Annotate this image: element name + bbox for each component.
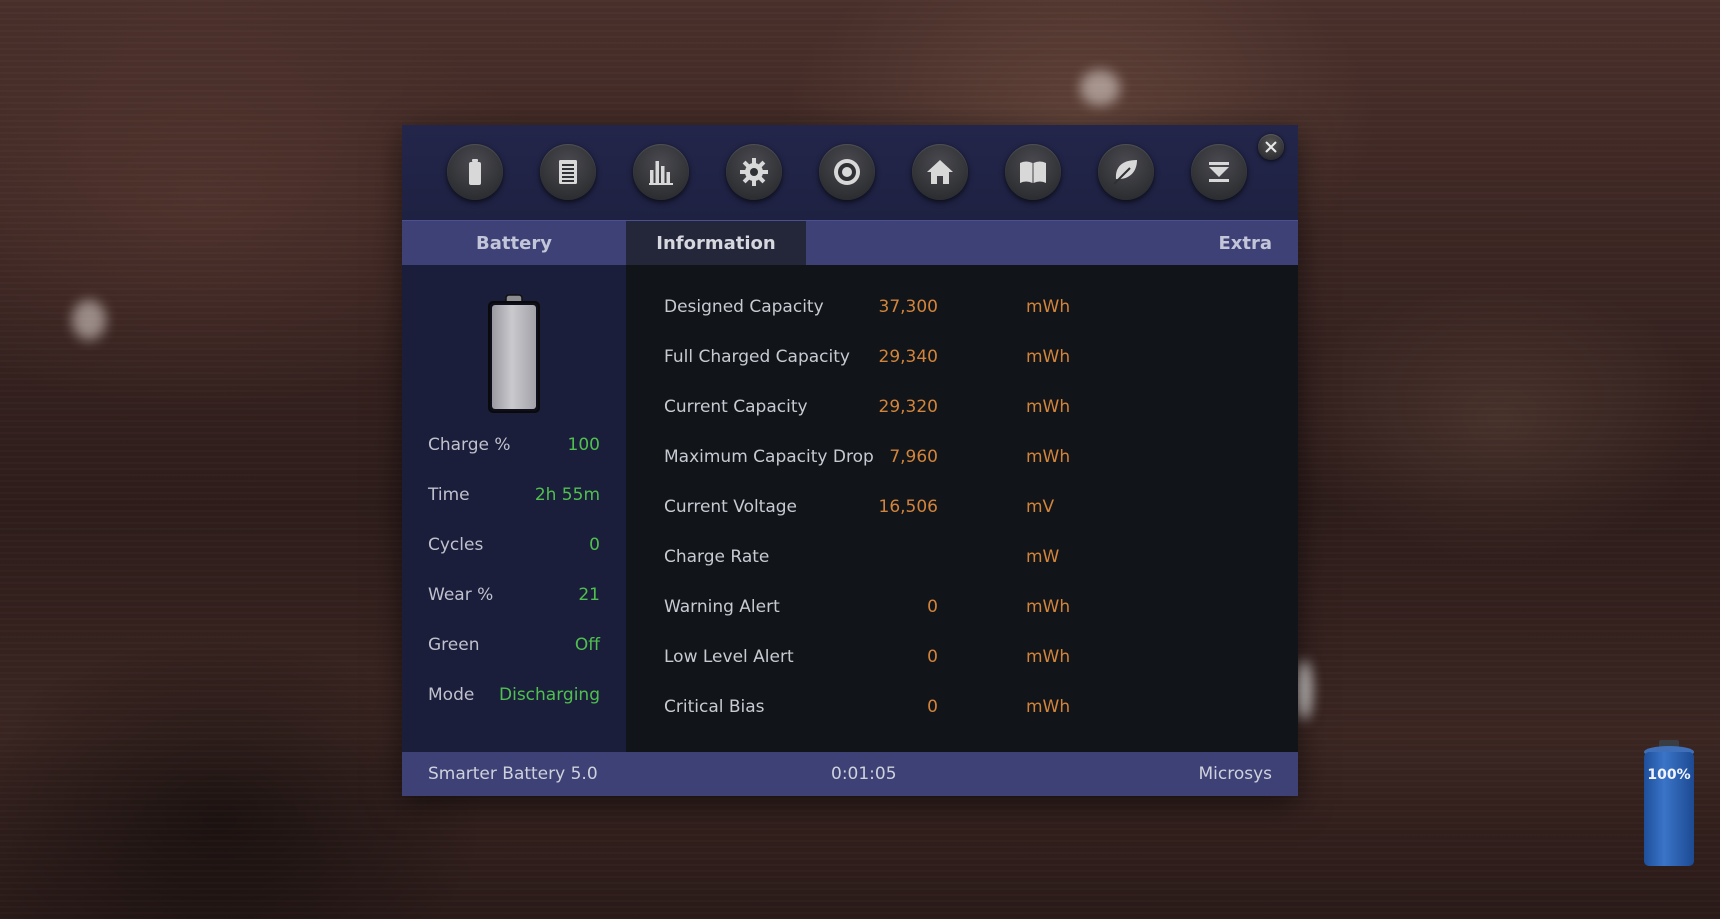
tab-bar: Battery Information Extra bbox=[402, 220, 1298, 266]
info-value: 29,340 bbox=[878, 347, 938, 367]
stat-value: 100 bbox=[567, 435, 600, 455]
info-value: 7,960 bbox=[889, 447, 938, 467]
stat-label: Wear % bbox=[428, 585, 494, 605]
info-row-charge-rate: Charge Rate mW bbox=[664, 547, 1264, 571]
stat-label: Green bbox=[428, 635, 480, 655]
info-unit: mWh bbox=[1026, 347, 1071, 367]
stat-value: 2h 55m bbox=[534, 485, 600, 505]
stat-label: Charge % bbox=[428, 435, 511, 455]
info-unit: mWh bbox=[1026, 397, 1071, 417]
info-label: Current Capacity bbox=[664, 397, 808, 417]
tab-battery[interactable]: Battery bbox=[402, 221, 626, 266]
battery-icon bbox=[469, 159, 481, 185]
tab-information[interactable]: Information bbox=[626, 221, 806, 266]
background-light-spot bbox=[72, 300, 106, 340]
background-light-spot bbox=[1080, 70, 1120, 106]
info-row-designed-capacity: Designed Capacity 37,300 mWh bbox=[664, 297, 1264, 321]
info-label: Full Charged Capacity bbox=[664, 347, 850, 367]
battery-tool-button[interactable] bbox=[447, 144, 503, 200]
leaf-icon bbox=[1113, 160, 1137, 185]
statistics-tool-button[interactable] bbox=[633, 144, 689, 200]
battery-level-icon bbox=[488, 294, 540, 413]
green-mode-tool-button[interactable] bbox=[1098, 144, 1154, 200]
info-label: Current Voltage bbox=[664, 497, 798, 517]
info-unit: mWh bbox=[1026, 647, 1071, 667]
elapsed-time: 0:01:05 bbox=[831, 764, 897, 784]
stat-row-wear: Wear % 21 bbox=[428, 585, 600, 609]
stat-value: Off bbox=[574, 635, 600, 655]
info-unit: mWh bbox=[1026, 697, 1071, 717]
tray-percent-label: 100% bbox=[1647, 767, 1691, 783]
info-value: 16,506 bbox=[878, 497, 938, 517]
information-panel: Designed Capacity 37,300 mWh Full Charge… bbox=[626, 265, 1298, 752]
info-value: 0 bbox=[927, 597, 938, 617]
smarter-battery-window: Battery Information Extra Charge % 100 T… bbox=[402, 125, 1298, 796]
bar-chart-icon bbox=[649, 161, 673, 185]
stat-row-mode: Mode Discharging bbox=[428, 685, 600, 709]
info-label: Designed Capacity bbox=[664, 297, 824, 317]
info-row-warning-alert: Warning Alert 0 mWh bbox=[664, 597, 1264, 621]
stat-label: Cycles bbox=[428, 535, 484, 555]
stat-value: 0 bbox=[589, 535, 600, 555]
info-unit: mW bbox=[1026, 547, 1060, 567]
info-label: Critical Bias bbox=[664, 697, 765, 717]
stat-row-time: Time 2h 55m bbox=[428, 485, 600, 509]
list-icon bbox=[559, 160, 577, 184]
info-value: 29,320 bbox=[878, 397, 938, 417]
tray-battery-widget[interactable] bbox=[1643, 740, 1695, 870]
stat-row-cycles: Cycles 0 bbox=[428, 535, 600, 559]
manual-tool-button[interactable] bbox=[1005, 144, 1061, 200]
gear-icon bbox=[740, 158, 768, 186]
book-icon bbox=[1020, 161, 1046, 183]
stat-label: Time bbox=[428, 485, 470, 505]
info-unit: mWh bbox=[1026, 447, 1071, 467]
close-button[interactable] bbox=[1258, 134, 1284, 160]
target-tool-button[interactable] bbox=[819, 144, 875, 200]
vendor-name: Microsys bbox=[1198, 764, 1272, 784]
info-label: Warning Alert bbox=[664, 597, 780, 617]
list-tool-button[interactable] bbox=[540, 144, 596, 200]
settings-tool-button[interactable] bbox=[726, 144, 782, 200]
toolbar bbox=[402, 125, 1298, 220]
minimize-tool-button[interactable] bbox=[1191, 144, 1247, 200]
home-icon bbox=[927, 160, 953, 184]
info-label: Maximum Capacity Drop bbox=[664, 447, 874, 467]
info-label: Charge Rate bbox=[664, 547, 770, 567]
info-row-full-charged-capacity: Full Charged Capacity 29,340 mWh bbox=[664, 347, 1264, 371]
download-icon bbox=[1209, 162, 1229, 182]
info-value: 0 bbox=[927, 647, 938, 667]
info-value: 37,300 bbox=[878, 297, 938, 317]
stat-row-charge: Charge % 100 bbox=[428, 435, 600, 459]
info-unit: mWh bbox=[1026, 597, 1071, 617]
info-row-current-capacity: Current Capacity 29,320 mWh bbox=[664, 397, 1264, 421]
stat-row-green: Green Off bbox=[428, 635, 600, 659]
target-icon bbox=[834, 159, 860, 185]
info-row-critical-bias: Critical Bias 0 mWh bbox=[664, 697, 1264, 721]
background-light-spot bbox=[1296, 660, 1312, 720]
tab-extra[interactable]: Extra bbox=[1162, 221, 1272, 266]
stat-value: 21 bbox=[578, 585, 600, 605]
stat-label: Mode bbox=[428, 685, 475, 705]
app-name: Smarter Battery 5.0 bbox=[428, 764, 598, 784]
stat-value: Discharging bbox=[499, 685, 600, 705]
info-label: Low Level Alert bbox=[664, 647, 794, 667]
close-icon bbox=[1265, 141, 1277, 153]
info-unit: mWh bbox=[1026, 297, 1071, 317]
info-row-maximum-capacity-drop: Maximum Capacity Drop 7,960 mWh bbox=[664, 447, 1264, 471]
home-tool-button[interactable] bbox=[912, 144, 968, 200]
info-row-current-voltage: Current Voltage 16,506 mV bbox=[664, 497, 1264, 521]
battery-summary-panel: Charge % 100 Time 2h 55m Cycles 0 Wear %… bbox=[402, 265, 626, 752]
info-row-low-level-alert: Low Level Alert 0 mWh bbox=[664, 647, 1264, 671]
info-value: 0 bbox=[927, 697, 938, 717]
info-unit: mV bbox=[1026, 497, 1055, 517]
status-bar: Smarter Battery 5.0 0:01:05 Microsys bbox=[402, 752, 1298, 796]
